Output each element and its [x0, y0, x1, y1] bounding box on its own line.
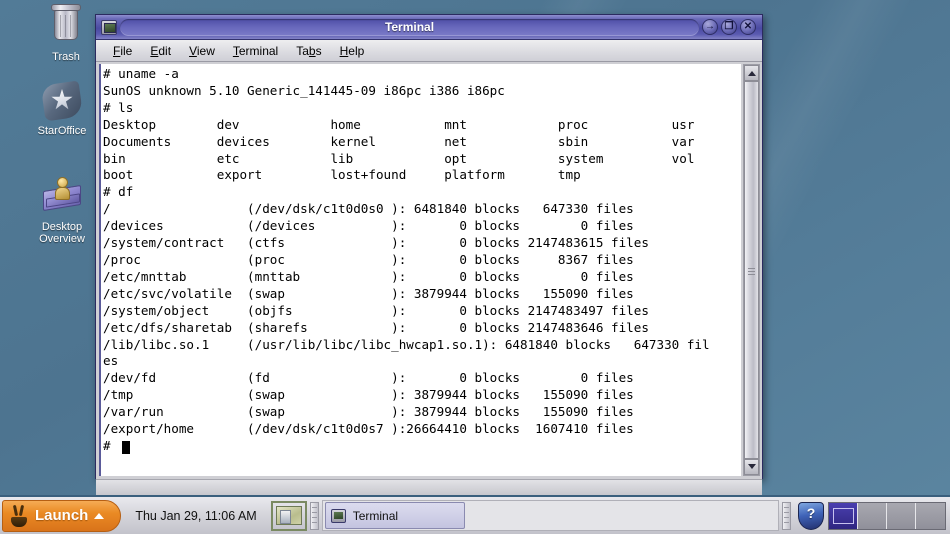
- help-shield-icon[interactable]: ?: [798, 501, 824, 530]
- vertical-scrollbar[interactable]: [743, 64, 760, 476]
- terminal-output: # uname -a SunOS unknown 5.10 Generic_14…: [103, 66, 710, 453]
- menu-help[interactable]: Help: [331, 42, 374, 60]
- close-icon: ✕: [743, 21, 753, 32]
- menu-terminal[interactable]: Terminal: [224, 42, 287, 60]
- java-coffee-icon: [9, 504, 29, 527]
- clock[interactable]: Thu Jan 29, 11:06 AM: [121, 509, 270, 523]
- workspace-2[interactable]: [858, 502, 887, 529]
- launch-label: Launch: [35, 507, 89, 524]
- window-controls: → ❐ ✕: [702, 19, 756, 35]
- window-status-strip: [96, 479, 762, 496]
- taskbar: Launch Thu Jan 29, 11:06 AM Terminal ?: [0, 495, 950, 534]
- menubar: File Edit View Terminal Tabs Help: [96, 40, 762, 62]
- panel-drag-handle[interactable]: [309, 501, 319, 530]
- scrollbar-track[interactable]: [744, 81, 759, 459]
- scroll-up-button[interactable]: [744, 65, 759, 81]
- workspace-preview-button[interactable]: [270, 500, 307, 531]
- menu-file[interactable]: File: [104, 42, 141, 60]
- scroll-down-button[interactable]: [744, 459, 759, 475]
- window-list: Terminal: [321, 500, 779, 531]
- desktop: Trash StarOffice Desktop Overview Termin…: [0, 0, 950, 534]
- maximize-icon: ❐: [724, 21, 734, 32]
- minimize-button[interactable]: →: [702, 19, 718, 35]
- launch-button[interactable]: Launch: [2, 499, 122, 532]
- menu-edit[interactable]: Edit: [141, 42, 180, 60]
- workspace-preview-icon: [275, 506, 302, 525]
- workspace-switcher[interactable]: [828, 501, 946, 530]
- menu-tabs[interactable]: Tabs: [287, 42, 330, 60]
- window-title-plate: Terminal: [120, 18, 699, 36]
- task-button-terminal[interactable]: Terminal: [324, 502, 465, 529]
- terminal-icon: [101, 19, 117, 35]
- scrollbar-grip-icon: [748, 266, 755, 275]
- maximize-button[interactable]: ❐: [721, 19, 737, 35]
- panel-drag-handle[interactable]: [782, 501, 791, 530]
- minimize-icon: →: [705, 21, 715, 32]
- terminal-body: # uname -a SunOS unknown 5.10 Generic_14…: [96, 62, 762, 479]
- workspace-1[interactable]: [829, 502, 858, 529]
- terminal-cursor: [122, 441, 130, 454]
- close-button[interactable]: ✕: [740, 19, 756, 35]
- page-title: Terminal: [384, 20, 435, 34]
- task-button-label: Terminal: [352, 508, 399, 523]
- workspace-3[interactable]: [887, 502, 916, 529]
- window-titlebar[interactable]: Terminal → ❐ ✕: [96, 15, 762, 40]
- terminal-window: Terminal → ❐ ✕ File Edit View Terminal T…: [95, 14, 763, 496]
- menu-view[interactable]: View: [180, 42, 224, 60]
- system-tray: ?: [794, 501, 946, 530]
- terminal-icon: [330, 508, 346, 523]
- terminal-screen[interactable]: # uname -a SunOS unknown 5.10 Generic_14…: [99, 64, 741, 476]
- workspace-4[interactable]: [916, 502, 945, 529]
- help-question-mark: ?: [806, 504, 816, 521]
- scrollbar-thumb[interactable]: [744, 81, 759, 459]
- chevron-up-icon: [94, 512, 105, 519]
